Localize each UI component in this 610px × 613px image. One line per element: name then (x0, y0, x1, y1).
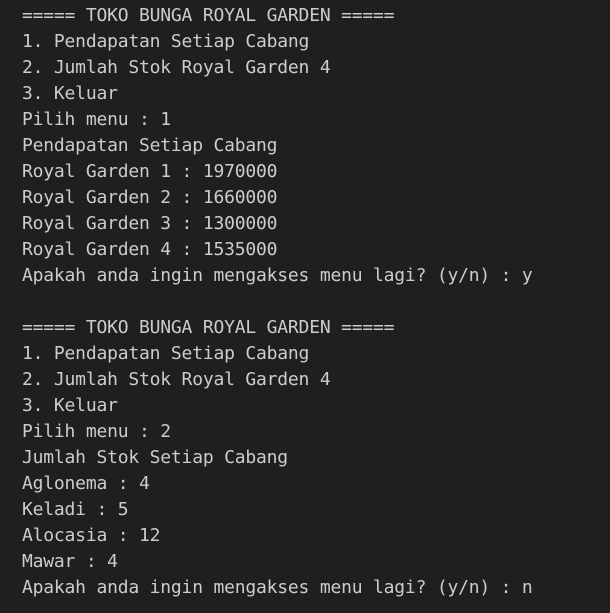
section-title-line: Jumlah Stok Setiap Cabang (22, 447, 288, 468)
menu-choice-line: Pilih menu : 1 (22, 109, 171, 130)
repeat-prompt-line: Apakah anda ingin mengakses menu lagi? (… (22, 265, 533, 286)
output-line: Aglonema : 4 (22, 473, 150, 494)
repeat-prompt-line: Apakah anda ingin mengakses menu lagi? (… (22, 577, 533, 598)
menu-option-3-line: 3. Keluar (22, 83, 118, 104)
output-line: Keladi : 5 (22, 499, 129, 520)
section-title-line: Pendapatan Setiap Cabang (22, 135, 278, 156)
output-line: Royal Garden 4 : 1535000 (22, 239, 278, 260)
menu-option-1-line: 1. Pendapatan Setiap Cabang (22, 31, 310, 52)
menu-option-2-line: 2. Jumlah Stok Royal Garden 4 (22, 369, 331, 390)
menu-option-3-line: 3. Keluar (22, 395, 118, 416)
terminal-output[interactable]: ===== TOKO BUNGA ROYAL GARDEN ===== 1. P… (0, 0, 610, 613)
menu-choice-line: Pilih menu : 2 (22, 421, 171, 442)
menu-header-line: ===== TOKO BUNGA ROYAL GARDEN ===== (22, 5, 395, 26)
output-line: Mawar : 4 (22, 551, 118, 572)
output-line: Royal Garden 2 : 1660000 (22, 187, 278, 208)
output-line: Alocasia : 12 (22, 525, 161, 546)
menu-option-2-line: 2. Jumlah Stok Royal Garden 4 (22, 57, 331, 78)
output-line: Royal Garden 1 : 1970000 (22, 161, 278, 182)
output-line: Royal Garden 3 : 1300000 (22, 213, 278, 234)
menu-option-1-line: 1. Pendapatan Setiap Cabang (22, 343, 310, 364)
menu-header-line: ===== TOKO BUNGA ROYAL GARDEN ===== (22, 317, 395, 338)
